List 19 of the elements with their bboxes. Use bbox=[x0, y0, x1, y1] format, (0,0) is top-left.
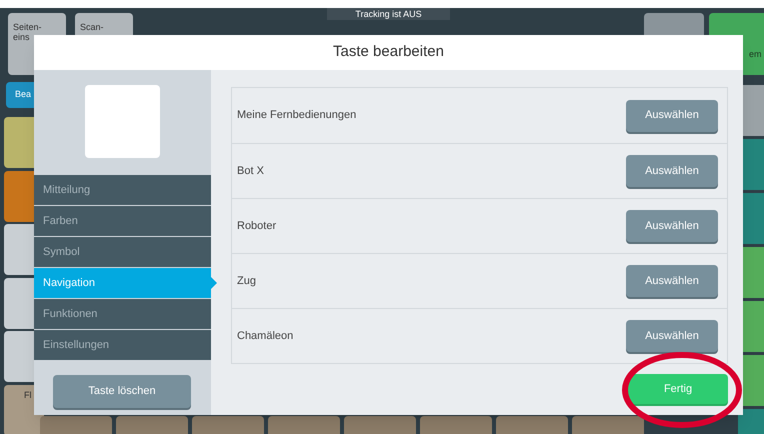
list-item-label: Chamäleon bbox=[237, 328, 294, 344]
delete-button[interactable]: Taste löschen bbox=[53, 375, 191, 408]
sidebar-item[interactable]: Farben bbox=[34, 206, 211, 236]
select-button[interactable]: Auswählen bbox=[626, 155, 718, 187]
sidebar-item[interactable]: Symbol bbox=[34, 237, 211, 267]
done-button[interactable]: Fertig bbox=[628, 374, 728, 404]
list-item-label: Meine Fernbedienungen bbox=[237, 108, 356, 124]
select-button[interactable]: Auswählen bbox=[626, 100, 718, 132]
select-button[interactable]: Auswählen bbox=[626, 210, 718, 242]
dialog-title: Taste bearbeiten bbox=[333, 42, 444, 62]
sidebar-item[interactable]: Funktionen bbox=[34, 299, 211, 329]
sidebar-item[interactable]: Einstellungen bbox=[34, 330, 211, 360]
list-item-label: Bot X bbox=[237, 164, 264, 179]
select-button[interactable]: Auswählen bbox=[626, 320, 718, 352]
sidebar-item[interactable]: Mitteilung bbox=[34, 175, 211, 205]
list-item-label: Roboter bbox=[237, 218, 276, 234]
list-item-label: Zug bbox=[237, 274, 256, 289]
tracking-status: Tracking ist AUS bbox=[327, 8, 450, 20]
select-button[interactable]: Auswählen bbox=[626, 265, 718, 297]
